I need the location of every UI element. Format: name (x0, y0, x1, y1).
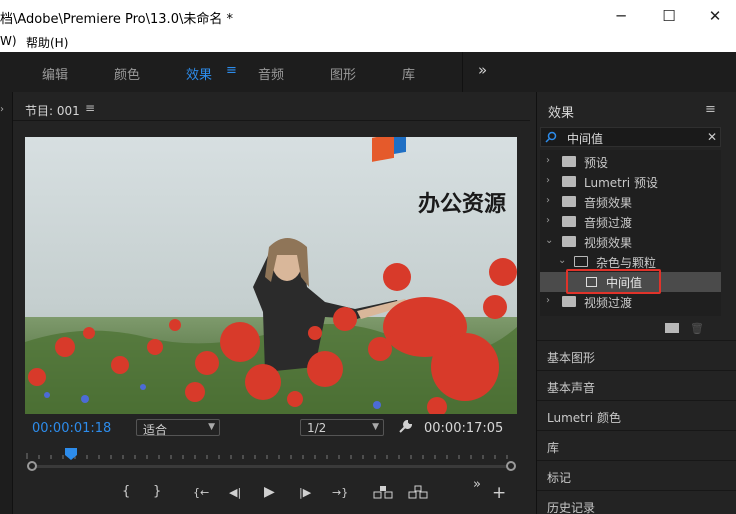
go-to-out-button[interactable]: →} (332, 486, 348, 499)
effects-search-input[interactable]: 中间值 ✕ (540, 127, 721, 147)
effects-tree: › 预设 › Lumetri 预设 › 音频效果 › 音频过渡 ⌄ 视频效果 ⌄… (540, 150, 721, 316)
minimize-button[interactable]: ─ (598, 0, 644, 32)
highlight-box (566, 269, 661, 294)
folder-icon (562, 236, 576, 247)
fit-dropdown[interactable]: 适合 ▼ (136, 419, 220, 437)
lift-icon[interactable] (373, 485, 393, 499)
playhead-icon[interactable] (65, 448, 77, 460)
effects-panel: 效果 ≡ 中间值 ✕ › 预设 › Lumetri 预设 › 音频效果 › 音频… (536, 92, 736, 514)
menu-window[interactable]: W) (0, 34, 17, 48)
program-menu-icon[interactable]: ≡ (85, 101, 95, 115)
search-icon (545, 131, 557, 143)
workspace-menu-icon[interactable]: ≡ (226, 63, 237, 78)
wrench-icon[interactable] (398, 420, 412, 434)
tree-item-video-transitions[interactable]: › 视频过渡 (544, 292, 722, 312)
workspace-tab-edit[interactable]: 编辑 (42, 64, 68, 83)
maximize-button[interactable]: ☐ (646, 0, 692, 32)
chevron-down-icon: ⌄ (558, 255, 567, 266)
effects-title[interactable]: 效果 (548, 102, 574, 121)
section-lumetri-color[interactable]: Lumetri 颜色 (537, 400, 736, 430)
clear-search-icon[interactable]: ✕ (707, 130, 717, 144)
effects-menu-icon[interactable]: ≡ (705, 102, 716, 117)
section-essential-graphics[interactable]: 基本图形 (537, 340, 736, 370)
tree-item-audio-effects[interactable]: › 音频效果 (544, 192, 722, 212)
resolution-dropdown[interactable]: 1/2 ▼ (300, 419, 384, 436)
workspace-tab-color[interactable]: 颜色 (114, 64, 140, 83)
new-bin-icon[interactable] (665, 323, 679, 333)
mark-in-button[interactable]: { (122, 484, 130, 499)
chevron-down-icon: ▼ (372, 422, 379, 432)
transport-overflow-icon[interactable]: » (473, 477, 481, 492)
tree-item-presets[interactable]: › 预设 (544, 152, 722, 172)
workspace-divider (462, 52, 463, 92)
title-bar: 档\Adobe\Premiere Pro\13.0\未命名 * ─ ☐ ✕ (0, 0, 736, 32)
menu-bar: W) 帮助(H) (0, 32, 736, 52)
watermark-text: 办公资源 (418, 192, 507, 217)
chevron-down-icon: ⌄ (545, 235, 554, 246)
workspace-tab-graphics[interactable]: 图形 (330, 64, 356, 83)
chevron-right-icon: › (546, 295, 550, 306)
time-ruler[interactable] (25, 447, 517, 459)
tree-item-lumetri-presets[interactable]: › Lumetri 预设 (544, 172, 722, 192)
folder-icon (562, 196, 576, 207)
panel-divider (13, 120, 530, 121)
chevron-right-icon: › (546, 155, 550, 166)
mark-out-button[interactable]: } (153, 484, 161, 499)
menu-help[interactable]: 帮助(H) (26, 34, 68, 51)
section-libraries[interactable]: 库 (537, 430, 736, 460)
folder-star-icon (562, 176, 576, 187)
duration-timecode: 00:00:17:05 (424, 421, 504, 436)
section-essential-sound[interactable]: 基本声音 (537, 370, 736, 400)
tree-item-audio-transitions[interactable]: › 音频过渡 (544, 212, 722, 232)
folder-icon (562, 216, 576, 227)
panel-expand-icon[interactable]: › (0, 104, 4, 115)
zoom-bar[interactable] (32, 465, 511, 468)
chevron-right-icon: › (546, 175, 550, 186)
video-still (25, 137, 517, 414)
workspace-overflow-icon[interactable]: » (478, 61, 487, 79)
folder-icon (562, 296, 576, 307)
workspace-tab-libraries[interactable]: 库 (402, 64, 415, 83)
add-button-icon[interactable]: + (492, 483, 506, 503)
go-to-in-button[interactable]: {← (193, 486, 209, 499)
section-markers[interactable]: 标记 (537, 460, 736, 490)
video-frame[interactable]: 办公资源 (25, 137, 517, 414)
workspace-tab-effects[interactable]: 效果 (186, 64, 212, 83)
current-timecode[interactable]: 00:00:01:18 (32, 421, 111, 436)
tree-item-video-effects[interactable]: ⌄ 视频效果 (544, 232, 722, 252)
section-history[interactable]: 历史记录 (537, 490, 736, 514)
workspace-tab-audio[interactable]: 音频 (258, 64, 284, 83)
workspace-bar: 编辑 颜色 效果 ≡ 音频 图形 库 » (0, 52, 736, 92)
extract-icon[interactable] (408, 485, 428, 499)
left-panel-edge: › (0, 92, 13, 514)
close-button[interactable]: ✕ (692, 0, 736, 32)
chevron-right-icon: › (546, 215, 550, 226)
chevron-right-icon: › (546, 195, 550, 206)
folder-open-icon (574, 256, 588, 267)
step-forward-button[interactable]: |▶ (299, 486, 311, 499)
play-button[interactable]: ▶ (264, 484, 275, 500)
step-back-button[interactable]: ◀| (229, 486, 241, 499)
delete-icon[interactable]: 🗑 (690, 322, 704, 335)
program-title[interactable]: 节目: 001 (25, 102, 80, 119)
chevron-down-icon: ▼ (208, 422, 215, 432)
window-title: 档\Adobe\Premiere Pro\13.0\未命名 * (0, 12, 233, 27)
zoom-handle-right[interactable] (506, 461, 516, 471)
zoom-handle-left[interactable] (27, 461, 37, 471)
folder-star-icon (562, 156, 576, 167)
